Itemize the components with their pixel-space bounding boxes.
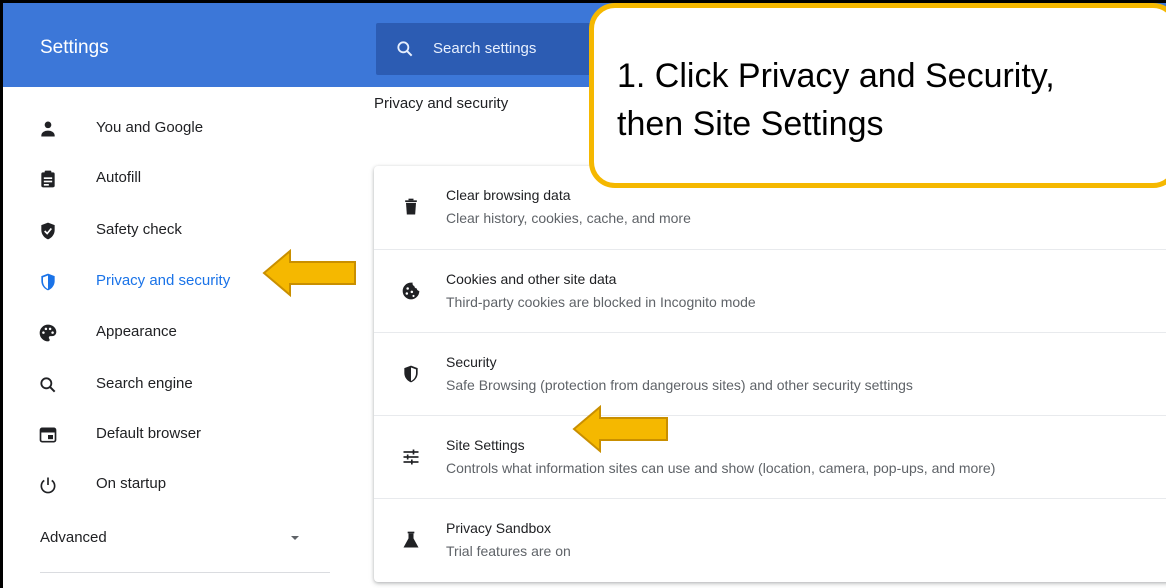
sidebar: You and Google Autofill Safety check Pri… xyxy=(3,87,348,588)
section-title: Privacy and security xyxy=(374,95,509,112)
callout-text: 1. Click Privacy and Security, then Site… xyxy=(617,52,1055,148)
sidebar-item-search-engine[interactable]: Search engine xyxy=(3,360,348,410)
palette-icon xyxy=(39,324,57,342)
security-row[interactable]: Security Safe Browsing (protection from … xyxy=(374,332,1166,415)
shield-outline-icon xyxy=(404,365,418,383)
sidebar-item-label: Default browser xyxy=(96,425,202,442)
sidebar-item-appearance[interactable]: Appearance xyxy=(3,308,348,358)
shield-icon xyxy=(41,273,55,291)
instruction-callout: 1. Click Privacy and Security, then Site… xyxy=(589,3,1166,188)
privacy-settings-card: Clear browsing data Clear history, cooki… xyxy=(374,166,1166,582)
shield-check-icon xyxy=(41,222,55,240)
page-title: Settings xyxy=(40,37,109,58)
sidebar-advanced-toggle[interactable]: Advanced xyxy=(3,515,348,559)
row-subtitle: Clear history, cookies, cache, and more xyxy=(446,210,691,226)
sidebar-item-default-browser[interactable]: Default browser xyxy=(3,410,348,460)
frame-border-left xyxy=(0,0,3,588)
search-input[interactable]: Search settings xyxy=(433,40,536,57)
sidebar-item-you-and-google[interactable]: You and Google xyxy=(3,104,348,154)
row-subtitle: Trial features are on xyxy=(446,543,571,559)
sidebar-item-label: You and Google xyxy=(96,119,204,136)
row-title: Security xyxy=(446,354,497,370)
row-subtitle: Controls what information sites can use … xyxy=(446,460,996,476)
search-icon xyxy=(40,377,56,393)
flask-icon xyxy=(403,531,419,548)
row-title: Site Settings xyxy=(446,437,525,453)
row-subtitle: Third-party cookies are blocked in Incog… xyxy=(446,294,756,310)
sidebar-item-label: On startup xyxy=(96,475,167,492)
sidebar-item-label: Privacy and security xyxy=(96,272,231,289)
search-bar[interactable]: Search settings xyxy=(376,23,616,75)
callout-line-1: 1. Click Privacy and Security, xyxy=(617,57,1055,95)
row-title: Cookies and other site data xyxy=(446,271,617,287)
row-title: Clear browsing data xyxy=(446,187,571,203)
cookies-row[interactable]: Cookies and other site data Third-party … xyxy=(374,249,1166,332)
tune-icon xyxy=(403,449,419,465)
browser-icon xyxy=(39,427,57,443)
cookie-icon xyxy=(402,282,420,300)
search-icon xyxy=(397,41,413,57)
sidebar-item-label: Autofill xyxy=(96,169,142,186)
trash-icon xyxy=(405,198,417,215)
sidebar-item-on-startup[interactable]: On startup xyxy=(3,460,348,510)
person-icon xyxy=(41,121,55,137)
power-icon xyxy=(40,477,56,494)
sidebar-item-label: Search engine xyxy=(96,375,193,392)
callout-line-2: then Site Settings xyxy=(617,105,884,143)
site-settings-row[interactable]: Site Settings Controls what information … xyxy=(374,415,1166,498)
chevron-down-icon xyxy=(291,536,299,540)
clipboard-icon xyxy=(41,170,55,188)
sidebar-item-label: Safety check xyxy=(96,221,182,238)
sidebar-item-label: Appearance xyxy=(96,323,177,340)
arrow-pointer-site-settings xyxy=(572,405,668,453)
screenshot-frame: Settings Search settings You and Google xyxy=(0,0,1166,588)
row-title: Privacy Sandbox xyxy=(446,520,552,536)
arrow-pointer-privacy xyxy=(262,249,356,297)
privacy-sandbox-row[interactable]: Privacy Sandbox Trial features are on xyxy=(374,498,1166,581)
advanced-label: Advanced xyxy=(40,529,107,546)
row-subtitle: Safe Browsing (protection from dangerous… xyxy=(446,377,913,393)
frame-border-top xyxy=(0,0,1166,3)
sidebar-divider xyxy=(40,572,330,573)
sidebar-item-autofill[interactable]: Autofill xyxy=(3,154,348,204)
